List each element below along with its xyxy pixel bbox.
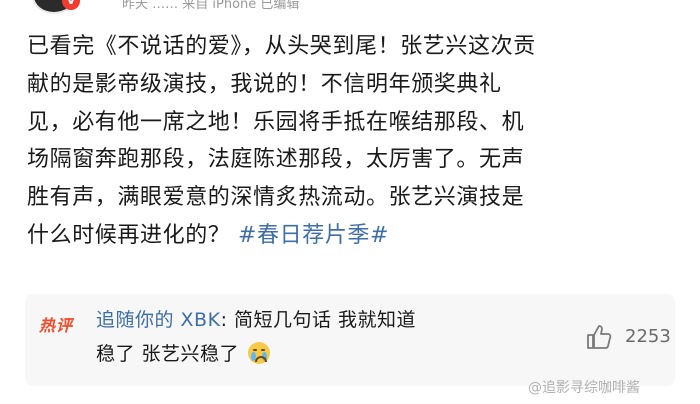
thumbs-up-icon	[587, 325, 612, 349]
post-line-last: 什么时候再进化的？ #春日荐片季#	[27, 217, 687, 255]
post-meta: 昨天 …… 来自 iPhone 已编辑	[122, 0, 300, 12]
post-line: 见，必有他一席之地！乐园将手抵在喉结那段、机	[27, 109, 525, 135]
post-line: 场隔窗奔跑那段，法庭陈述那段，太厉害了。无声	[27, 147, 525, 173]
hot-comment-badge: 热评	[39, 316, 74, 335]
crying-face-icon	[247, 342, 270, 364]
watermark: @追影寻综咖啡酱	[528, 380, 640, 396]
comment-text: 追随你的 XBK: 简短几句话 我就知道 稳了 张艺兴稳了	[96, 303, 556, 371]
like-count: 2253	[625, 326, 671, 347]
post-line: 献的是影帝级演技，我说的！不信明年颁奖典礼	[27, 71, 502, 97]
comment-line-1: 简短几句话 我就知道	[234, 309, 417, 331]
post-header: V 昨天 …… 来自 iPhone 已编辑	[0, 0, 700, 14]
post-text: 已看完《不说话的爱》，从头哭到尾！张艺兴这次贡 献的是影帝级演技，我说的！不信明…	[27, 28, 687, 255]
commenter-name[interactable]: 追随你的 XBK	[96, 309, 221, 331]
hashtag-link[interactable]: #春日荐片季#	[238, 223, 389, 248]
post-line-text: 什么时候再进化的？	[27, 222, 231, 248]
hot-comment[interactable]: 热评 追随你的 XBK: 简短几句话 我就知道 稳了 张艺兴稳了 2253	[25, 294, 675, 386]
comment-separator: :	[220, 309, 235, 331]
comment-line-2: 稳了 张艺兴稳了	[96, 343, 240, 365]
post-line: 已看完《不说话的爱》，从头哭到尾！张艺兴这次贡	[27, 34, 536, 59]
post-line: 胜有声，满眼爱意的深情炙热流动。张艺兴演技是	[27, 185, 525, 211]
